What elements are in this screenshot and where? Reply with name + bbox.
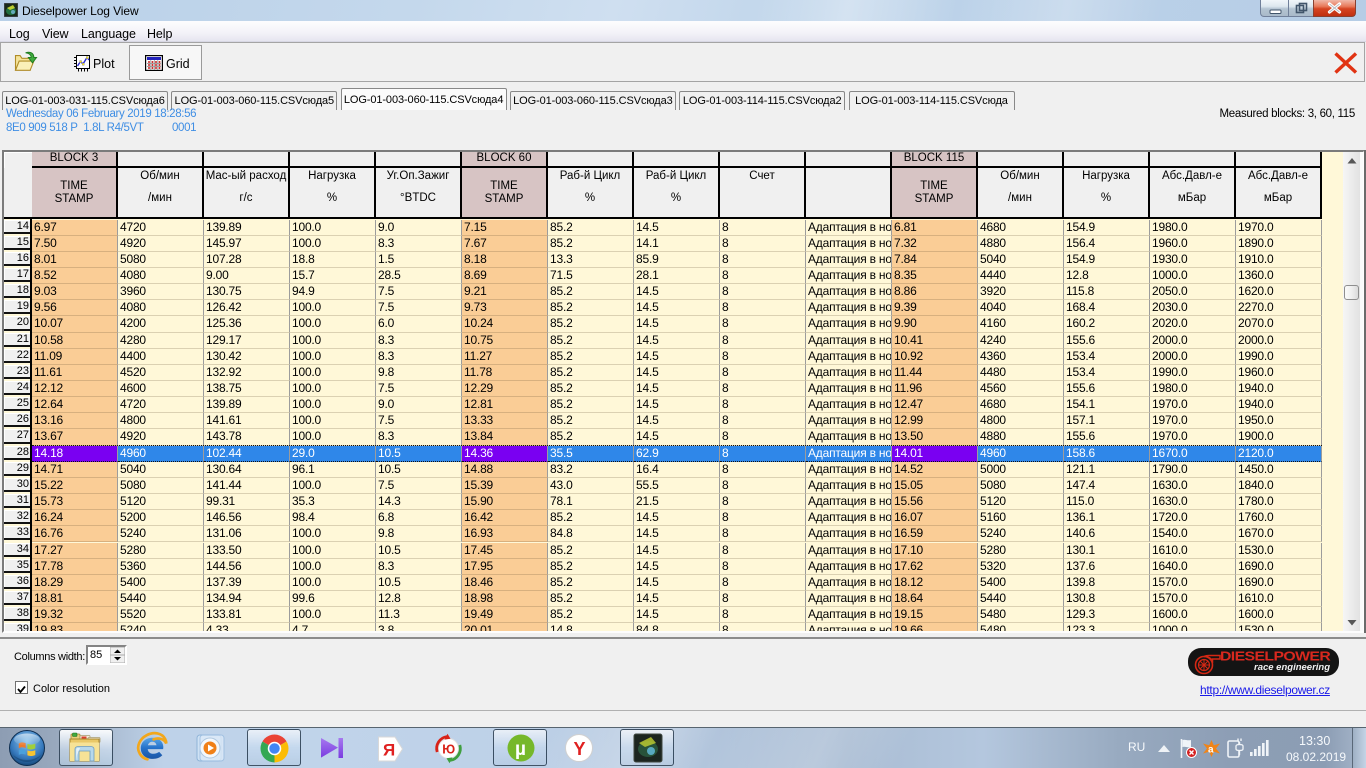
- svg-text:µ: µ: [515, 739, 526, 760]
- svg-text:Ю: Ю: [442, 743, 455, 757]
- svg-text:Y: Y: [574, 739, 586, 759]
- svg-text:Я: Я: [383, 741, 395, 760]
- svg-text:a: a: [1208, 745, 1214, 756]
